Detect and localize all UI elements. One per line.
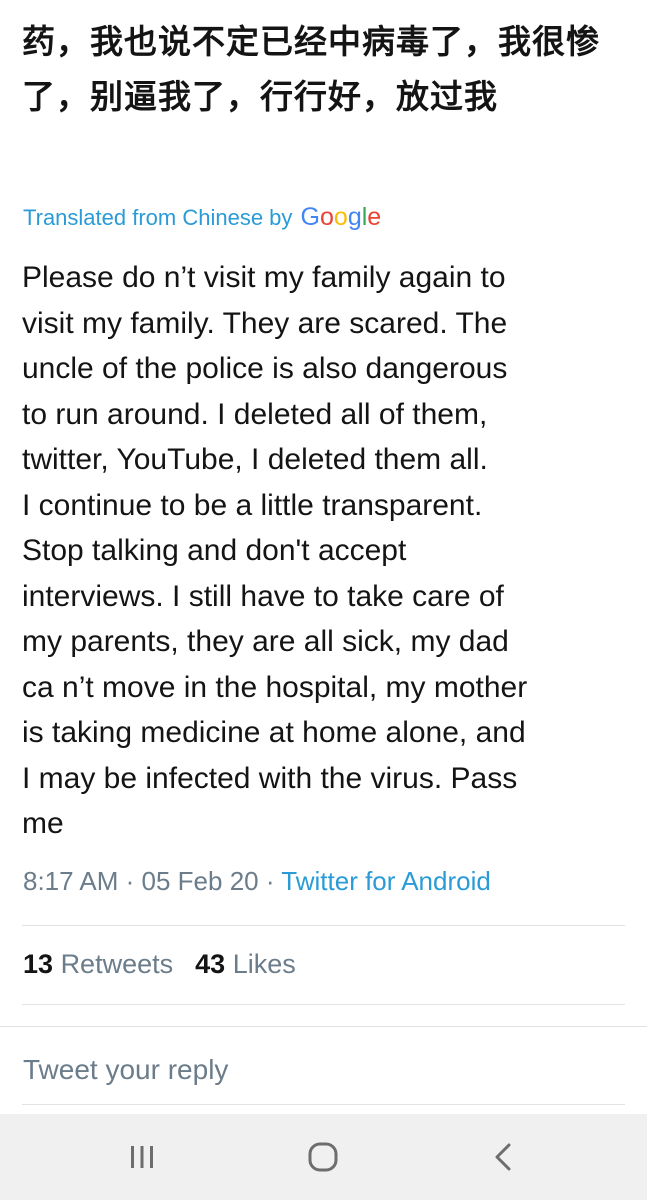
home-icon [308,1142,338,1172]
tweet-detail-screen: 药，我也说不定已经中病毒了，我很惨了，别逼我了，行行好，放过我 Translat… [0,0,647,1200]
tweet-source-link[interactable]: Twitter for Android [281,866,491,896]
divider [22,1004,625,1005]
divider [22,925,625,926]
engagement-stats: 13 Retweets 43 Likes [23,949,296,980]
retweets-count: 13 [23,949,54,979]
reply-input[interactable]: Tweet your reply [23,1054,228,1086]
likes-stat[interactable]: 43 Likes [195,949,296,979]
translation-attribution[interactable]: Translated from Chinese by Google [23,203,381,232]
tweet-metadata: 8:17 AM · 05 Feb 20 · Twitter for Androi… [23,866,491,897]
android-navigation-bar [0,1114,647,1200]
back-button[interactable] [459,1114,549,1200]
google-letter: g [347,203,362,231]
likes-count: 43 [195,949,226,979]
home-button[interactable] [278,1114,368,1200]
tweet-translated-text: Please do n’t visit my family again to v… [22,261,528,840]
translated-label: Translated from Chinese by [23,205,293,230]
recent-apps-button[interactable] [97,1114,187,1200]
retweets-stat[interactable]: 13 Retweets [23,949,173,979]
back-icon [495,1143,511,1171]
tweet-original-text: 药，我也说不定已经中病毒了，我很惨了，别逼我了，行行好，放过我 [22,22,600,116]
google-letter: o [320,203,334,231]
google-logo: Google [301,203,382,231]
separator-dot: · [125,866,142,896]
divider [0,1026,647,1027]
google-letter: o [333,203,348,231]
google-letter: e [367,203,382,231]
tweet-date: 05 Feb 20 [141,866,259,896]
tweet-time: 8:17 AM [23,866,119,896]
retweets-label: Retweets [60,949,174,979]
recent-apps-icon [131,1146,153,1168]
divider [22,1104,625,1105]
separator-dot: · [265,866,282,896]
google-letter: G [300,203,320,231]
likes-label: Likes [232,949,296,979]
